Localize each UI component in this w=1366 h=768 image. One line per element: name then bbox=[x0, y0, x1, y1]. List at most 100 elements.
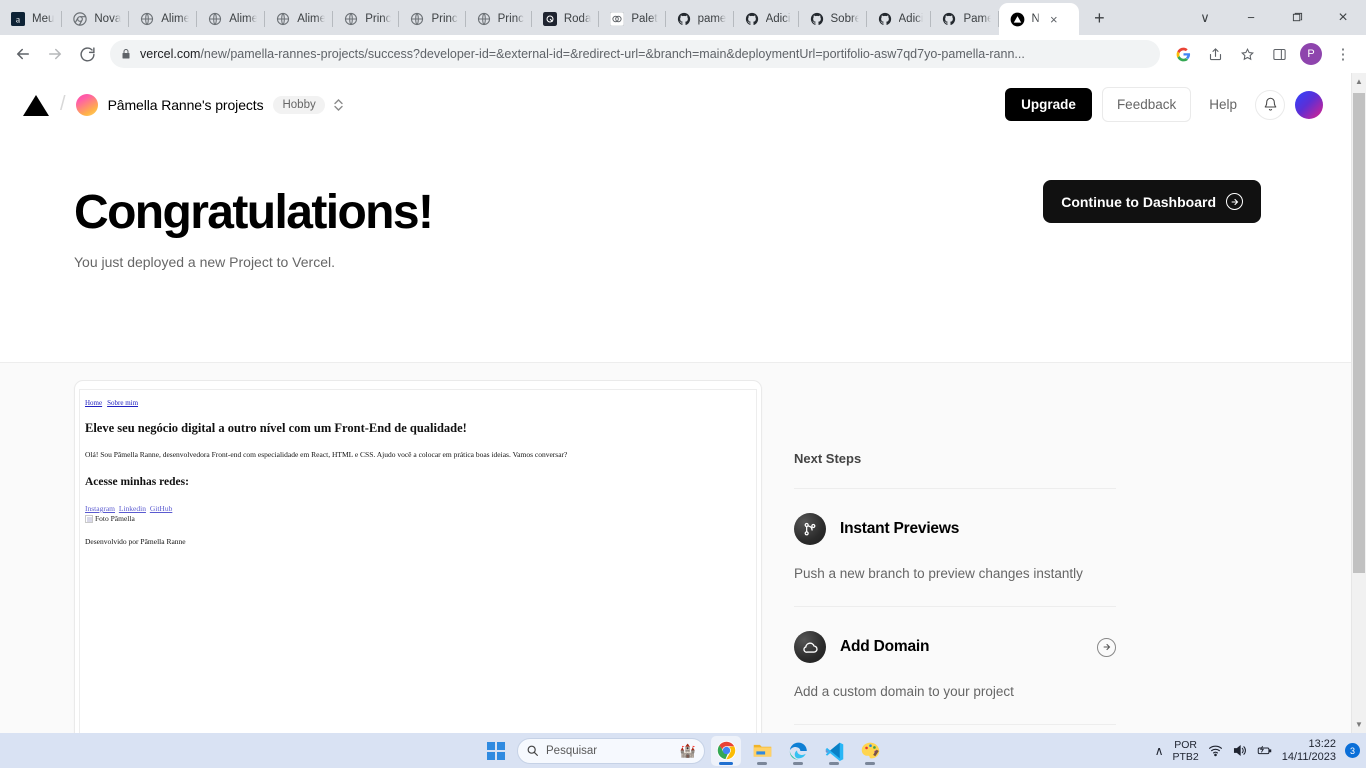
browser-tab[interactable]: Roda bbox=[532, 3, 600, 35]
tray-overflow-icon[interactable]: ∧ bbox=[1155, 744, 1164, 758]
arrow-right-circle-icon bbox=[1226, 193, 1243, 210]
address-bar-text: vercel.com/new/pamella-rannes-projects/s… bbox=[140, 47, 1025, 61]
browser-tab[interactable]: Sobre bbox=[799, 3, 867, 35]
browser-tab[interactable]: a Meu bbox=[0, 3, 63, 35]
tab-title: Princ bbox=[365, 13, 392, 25]
share-icon[interactable] bbox=[1200, 39, 1230, 69]
close-window-button[interactable]: × bbox=[1320, 2, 1366, 34]
browser-tab[interactable]: Palet bbox=[599, 3, 666, 35]
battery-icon[interactable] bbox=[1256, 743, 1273, 758]
address-bar[interactable]: vercel.com/new/pamella-rannes-projects/s… bbox=[110, 40, 1160, 68]
star-icon[interactable] bbox=[1232, 39, 1262, 69]
windows-taskbar: Pesquisar 🏰 ∧ POR PTB2 13:22 14/11/2023 … bbox=[0, 733, 1366, 768]
preview-subheading: Acesse minhas redes: bbox=[85, 476, 189, 488]
reload-icon[interactable] bbox=[72, 39, 102, 69]
browser-tab[interactable]: Nova bbox=[62, 3, 130, 35]
browser-tab[interactable]: Alime bbox=[197, 3, 266, 35]
browser-tab[interactable]: Adici bbox=[867, 3, 932, 35]
next-step-header: Instant Previews bbox=[794, 513, 1116, 545]
windows-start-icon[interactable] bbox=[481, 736, 511, 766]
browser-tab[interactable]: Princ bbox=[333, 3, 400, 35]
user-avatar[interactable] bbox=[1295, 90, 1323, 119]
tab-search-button[interactable]: ∨ bbox=[1182, 2, 1228, 34]
chevron-updown-icon[interactable] bbox=[333, 97, 344, 113]
profile-avatar[interactable]: P bbox=[1300, 43, 1322, 65]
clock[interactable]: 13:22 14/11/2023 bbox=[1282, 738, 1336, 764]
file-explorer-icon[interactable] bbox=[747, 736, 777, 766]
browser-tab[interactable]: Alime bbox=[265, 3, 334, 35]
browser-tab[interactable]: Pame bbox=[931, 3, 1000, 35]
volume-icon[interactable] bbox=[1232, 743, 1247, 758]
preview-link-instagram[interactable]: Instagram bbox=[85, 504, 115, 513]
preview-footer: Desenvolvido por Pâmella Ranne bbox=[85, 537, 186, 546]
preview-social-links: Instagram Linkedin GitHub bbox=[85, 504, 756, 513]
url-path: /new/pamella-rannes-projects/success?dev… bbox=[200, 47, 1025, 61]
google-icon[interactable] bbox=[1168, 39, 1198, 69]
preview-nav-link-home[interactable]: Home bbox=[85, 399, 102, 407]
git-branch-icon bbox=[794, 513, 826, 545]
side-panel-icon[interactable] bbox=[1264, 39, 1294, 69]
tab-close-icon[interactable]: × bbox=[1046, 11, 1062, 27]
arrow-right-circle-icon[interactable] bbox=[1097, 637, 1116, 657]
preview-paragraph: Olá! Sou Pâmella Ranne, desenvolvedora F… bbox=[85, 450, 568, 459]
browser-menu-icon[interactable]: ⋮ bbox=[1328, 39, 1358, 69]
github-icon bbox=[877, 11, 893, 27]
wifi-icon[interactable] bbox=[1208, 743, 1223, 758]
notification-badge[interactable]: 3 bbox=[1345, 743, 1360, 758]
new-tab-button[interactable]: + bbox=[1085, 4, 1113, 32]
clock-date: 14/11/2023 bbox=[1281, 750, 1336, 763]
language-indicator[interactable]: POR PTB2 bbox=[1172, 739, 1198, 763]
vercel-triangle-logo[interactable] bbox=[22, 93, 50, 117]
browser-tab[interactable]: Princ bbox=[399, 3, 466, 35]
minimize-button[interactable]: − bbox=[1228, 2, 1274, 34]
edge-icon[interactable] bbox=[783, 736, 813, 766]
deployment-preview-card[interactable]: Home Sobre mim Eleve seu negócio digital … bbox=[74, 380, 762, 733]
globe-icon bbox=[275, 11, 291, 27]
search-icon bbox=[526, 744, 539, 757]
preview-link-github[interactable]: GitHub bbox=[150, 504, 173, 513]
tab-title: pame bbox=[697, 13, 726, 25]
maximize-button[interactable] bbox=[1274, 2, 1320, 34]
system-tray: ∧ POR PTB2 13:22 14/11/2023 3 bbox=[1155, 738, 1360, 764]
window-controls: ∨ − × bbox=[1182, 0, 1366, 35]
file-explorer-indicator bbox=[757, 762, 767, 765]
browser-tab[interactable]: Adici bbox=[734, 3, 799, 35]
github-icon bbox=[744, 11, 760, 27]
team-name[interactable]: Pâmella Ranne's projects bbox=[108, 97, 264, 113]
tab-title: N bbox=[1031, 13, 1040, 25]
browser-tab[interactable]: N × bbox=[999, 3, 1080, 35]
cloud-icon bbox=[794, 631, 826, 663]
paint-indicator bbox=[865, 762, 875, 765]
scroll-down-arrow-icon[interactable]: ▼ bbox=[1352, 716, 1366, 733]
paint-icon[interactable] bbox=[855, 736, 885, 766]
taskbar-search-placeholder: Pesquisar bbox=[546, 744, 598, 757]
next-step-name: Instant Previews bbox=[840, 520, 960, 537]
next-steps-panel: Next Steps Instant Previews Push a new br… bbox=[794, 451, 1116, 733]
continue-to-dashboard-button[interactable]: Continue to Dashboard bbox=[1043, 180, 1261, 223]
page-scrollbar[interactable]: ▲ ▼ bbox=[1351, 73, 1366, 733]
vscode-icon[interactable] bbox=[819, 736, 849, 766]
next-step-item[interactable]: Instant Previews Push a new branch to pre… bbox=[794, 489, 1116, 607]
preview-nav-link-sobre[interactable]: Sobre mim bbox=[107, 399, 138, 407]
tab-title: Alime bbox=[161, 13, 190, 25]
vercel-icon bbox=[1009, 11, 1025, 27]
upgrade-button[interactable]: Upgrade bbox=[1005, 88, 1092, 121]
preview-link-linkedin[interactable]: Linkedin bbox=[119, 504, 146, 513]
next-step-item[interactable]: Enable Speed Insights bbox=[794, 725, 1116, 733]
scroll-up-arrow-icon[interactable]: ▲ bbox=[1352, 73, 1366, 90]
github-icon bbox=[676, 11, 692, 27]
scrollbar-thumb[interactable] bbox=[1353, 93, 1365, 573]
feedback-button[interactable]: Feedback bbox=[1101, 87, 1192, 122]
team-avatar[interactable] bbox=[75, 93, 98, 116]
browser-tab[interactable]: Princ bbox=[466, 3, 532, 35]
chrome-icon[interactable] bbox=[711, 735, 741, 766]
help-button[interactable]: Help bbox=[1201, 88, 1245, 121]
taskbar-search-box[interactable]: Pesquisar 🏰 bbox=[517, 737, 705, 764]
bell-icon[interactable] bbox=[1255, 89, 1285, 120]
browser-tab[interactable]: pame bbox=[666, 3, 734, 35]
next-step-item[interactable]: Add Domain Add a custom domain to your pr… bbox=[794, 607, 1116, 725]
chrome-active-indicator bbox=[719, 762, 733, 765]
forward-arrow-icon[interactable] bbox=[40, 39, 70, 69]
browser-tab[interactable]: Alime bbox=[129, 3, 198, 35]
back-arrow-icon[interactable] bbox=[8, 39, 38, 69]
